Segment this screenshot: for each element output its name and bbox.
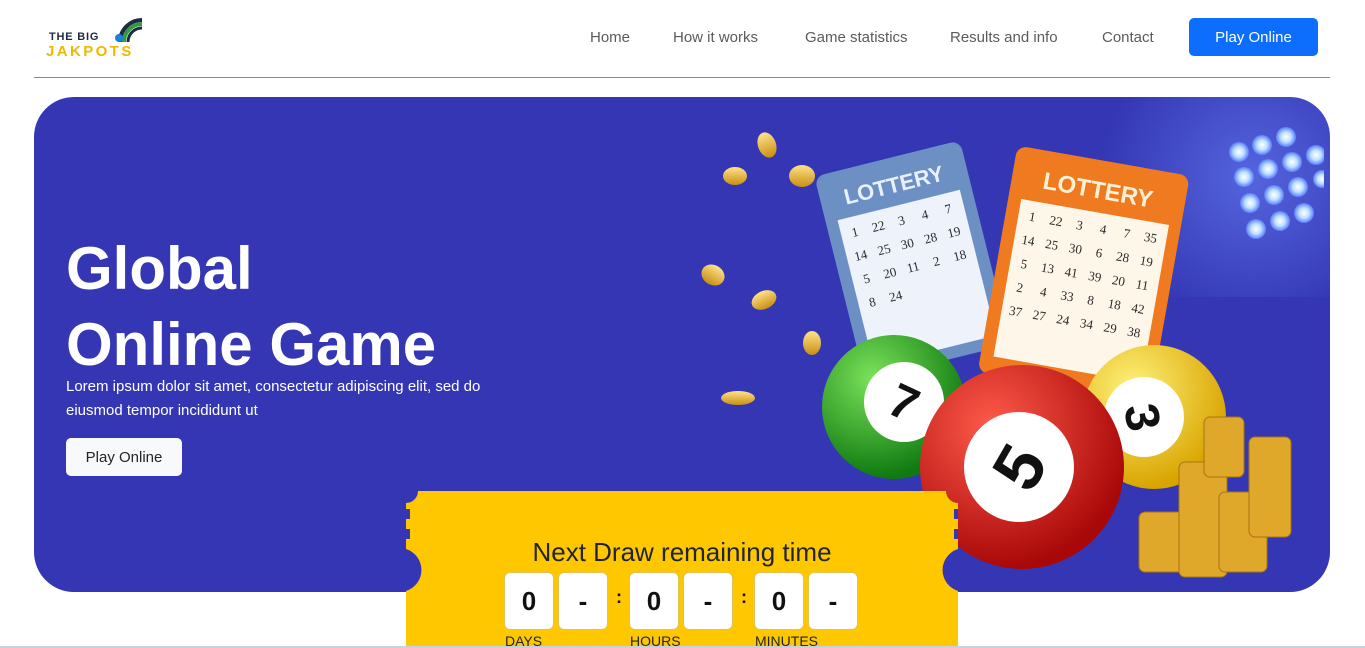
countdown-title: Next Draw remaining time bbox=[532, 537, 832, 567]
nav-item-home[interactable]: Home bbox=[590, 29, 630, 46]
ticket-number: 33 bbox=[1059, 287, 1074, 304]
ticket-number: 41 bbox=[1064, 264, 1079, 281]
ticket-number: 42 bbox=[1130, 300, 1145, 317]
ticket-shape bbox=[406, 491, 958, 648]
ticket-number: 30 bbox=[1068, 240, 1083, 257]
countdown-separator: : bbox=[616, 587, 622, 607]
site-header: THE BIG JAKPOTS Home How it works Game s… bbox=[0, 0, 1365, 78]
ticket-number: 18 bbox=[1107, 296, 1122, 313]
countdown-days-digit: 0 bbox=[505, 573, 553, 629]
hero-play-online-button[interactable]: Play Online bbox=[66, 438, 182, 476]
ticket-number: 29 bbox=[1103, 319, 1118, 336]
hero-title: Global Online Game bbox=[66, 231, 436, 383]
countdown-days-digit: - bbox=[559, 573, 607, 629]
ticket-number: 25 bbox=[1044, 236, 1059, 253]
countdown-separator: : bbox=[741, 587, 747, 607]
ticket-number: 38 bbox=[1126, 324, 1141, 341]
header-divider bbox=[34, 77, 1330, 78]
nav-item-how-it-works[interactable]: How it works bbox=[673, 29, 758, 46]
ticket-number: 28 bbox=[1115, 248, 1130, 265]
hero-subtitle: Lorem ipsum dolor sit amet, consectetur … bbox=[66, 378, 481, 419]
ticket-number: 35 bbox=[1143, 229, 1158, 246]
nav-item-contact[interactable]: Contact bbox=[1102, 29, 1154, 46]
ticket-number: 11 bbox=[1135, 276, 1150, 293]
hero-title-line-2: Online Game bbox=[66, 311, 437, 378]
nav-item-results-and-info[interactable]: Results and info bbox=[950, 29, 1058, 46]
main-nav: Home How it works Game statistics Result… bbox=[0, 29, 1365, 51]
hero-title-line-1: Global bbox=[66, 235, 253, 302]
countdown-hours-digit: - bbox=[684, 573, 732, 629]
countdown-hours-digit: 0 bbox=[630, 573, 678, 629]
nav-item-game-statistics[interactable]: Game statistics bbox=[805, 29, 908, 46]
ticket-number: 13 bbox=[1040, 260, 1055, 277]
countdown-ticket: Next Draw remaining time 0 - : 0 - : 0 -… bbox=[406, 491, 958, 648]
ticket-number: 22 bbox=[1048, 212, 1063, 229]
countdown-minutes-digit: 0 bbox=[755, 573, 803, 629]
ticket-number: 20 bbox=[1111, 272, 1126, 289]
stadium-lights bbox=[1229, 127, 1324, 239]
ticket-number: 19 bbox=[1139, 253, 1154, 270]
ticket-number: 39 bbox=[1087, 268, 1102, 285]
flying-coins bbox=[701, 132, 821, 405]
countdown-minutes-digit: - bbox=[809, 573, 857, 629]
header-play-online-button[interactable]: Play Online bbox=[1189, 18, 1318, 56]
